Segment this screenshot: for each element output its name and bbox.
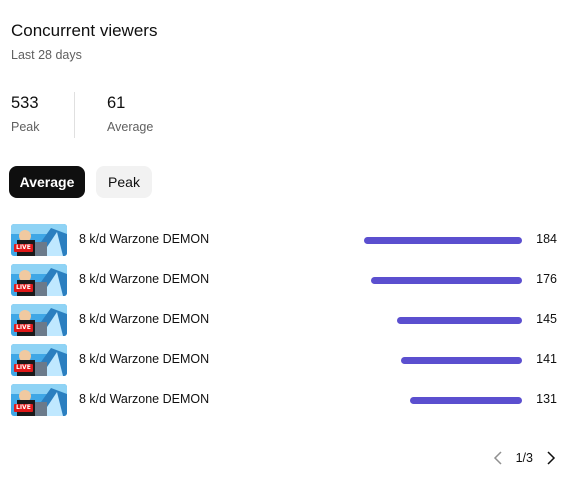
viewer-bar [397,317,522,324]
viewer-count: 145 [536,312,557,326]
chevron-left-icon[interactable] [490,449,506,467]
video-thumbnail[interactable]: LIVE [11,344,67,376]
video-thumbnail[interactable]: LIVE [11,384,67,416]
video-title[interactable]: 8 k/d Warzone DEMON [79,352,209,366]
stat-peak: 533 Peak [11,92,74,138]
viewer-bar [364,237,522,244]
video-thumbnail[interactable]: LIVE [11,304,67,336]
page-indicator: 1/3 [515,451,533,465]
viewer-count: 141 [536,352,557,366]
viewer-bar [370,277,522,284]
live-badge: LIVE [14,284,33,292]
video-row[interactable]: LIVE 8 k/d Warzone DEMON 131 [11,382,561,422]
live-badge: LIVE [14,404,33,412]
live-badge: LIVE [14,364,33,372]
video-row[interactable]: LIVE 8 k/d Warzone DEMON 184 [11,222,561,262]
stat-peak-label: Peak [11,120,40,134]
card-subtitle: Last 28 days [11,48,82,62]
average-chip[interactable]: Average [9,166,85,198]
concurrent-viewers-card: Concurrent viewers Last 28 days 533 Peak… [0,0,571,478]
live-badge: LIVE [14,244,33,252]
pagination: 1/3 [490,449,559,467]
viewer-bar [409,397,522,404]
video-list: LIVE 8 k/d Warzone DEMON 184 LIVE 8 k/d Warz… [11,222,561,422]
stats-summary: 533 Peak 61 Average [11,92,153,138]
video-row[interactable]: LIVE 8 k/d Warzone DEMON 176 [11,262,561,302]
peak-chip[interactable]: Peak [96,166,152,198]
live-badge: LIVE [14,324,33,332]
chevron-right-icon[interactable] [543,449,559,467]
video-title[interactable]: 8 k/d Warzone DEMON [79,272,209,286]
viewer-count: 184 [536,232,557,246]
stat-average: 61 Average [75,92,153,138]
viewer-bar [400,357,522,364]
video-thumbnail[interactable]: LIVE [11,224,67,256]
video-title[interactable]: 8 k/d Warzone DEMON [79,312,209,326]
video-title[interactable]: 8 k/d Warzone DEMON [79,392,209,406]
stat-peak-value: 533 [11,94,39,112]
viewer-count: 176 [536,272,557,286]
metric-toggle: Average Peak [9,166,152,198]
viewer-count: 131 [536,392,557,406]
video-row[interactable]: LIVE 8 k/d Warzone DEMON 141 [11,342,561,382]
video-thumbnail[interactable]: LIVE [11,264,67,296]
stat-average-value: 61 [107,94,126,112]
video-row[interactable]: LIVE 8 k/d Warzone DEMON 145 [11,302,561,342]
card-title: Concurrent viewers [11,21,158,40]
stat-average-label: Average [107,120,154,134]
video-title[interactable]: 8 k/d Warzone DEMON [79,232,209,246]
